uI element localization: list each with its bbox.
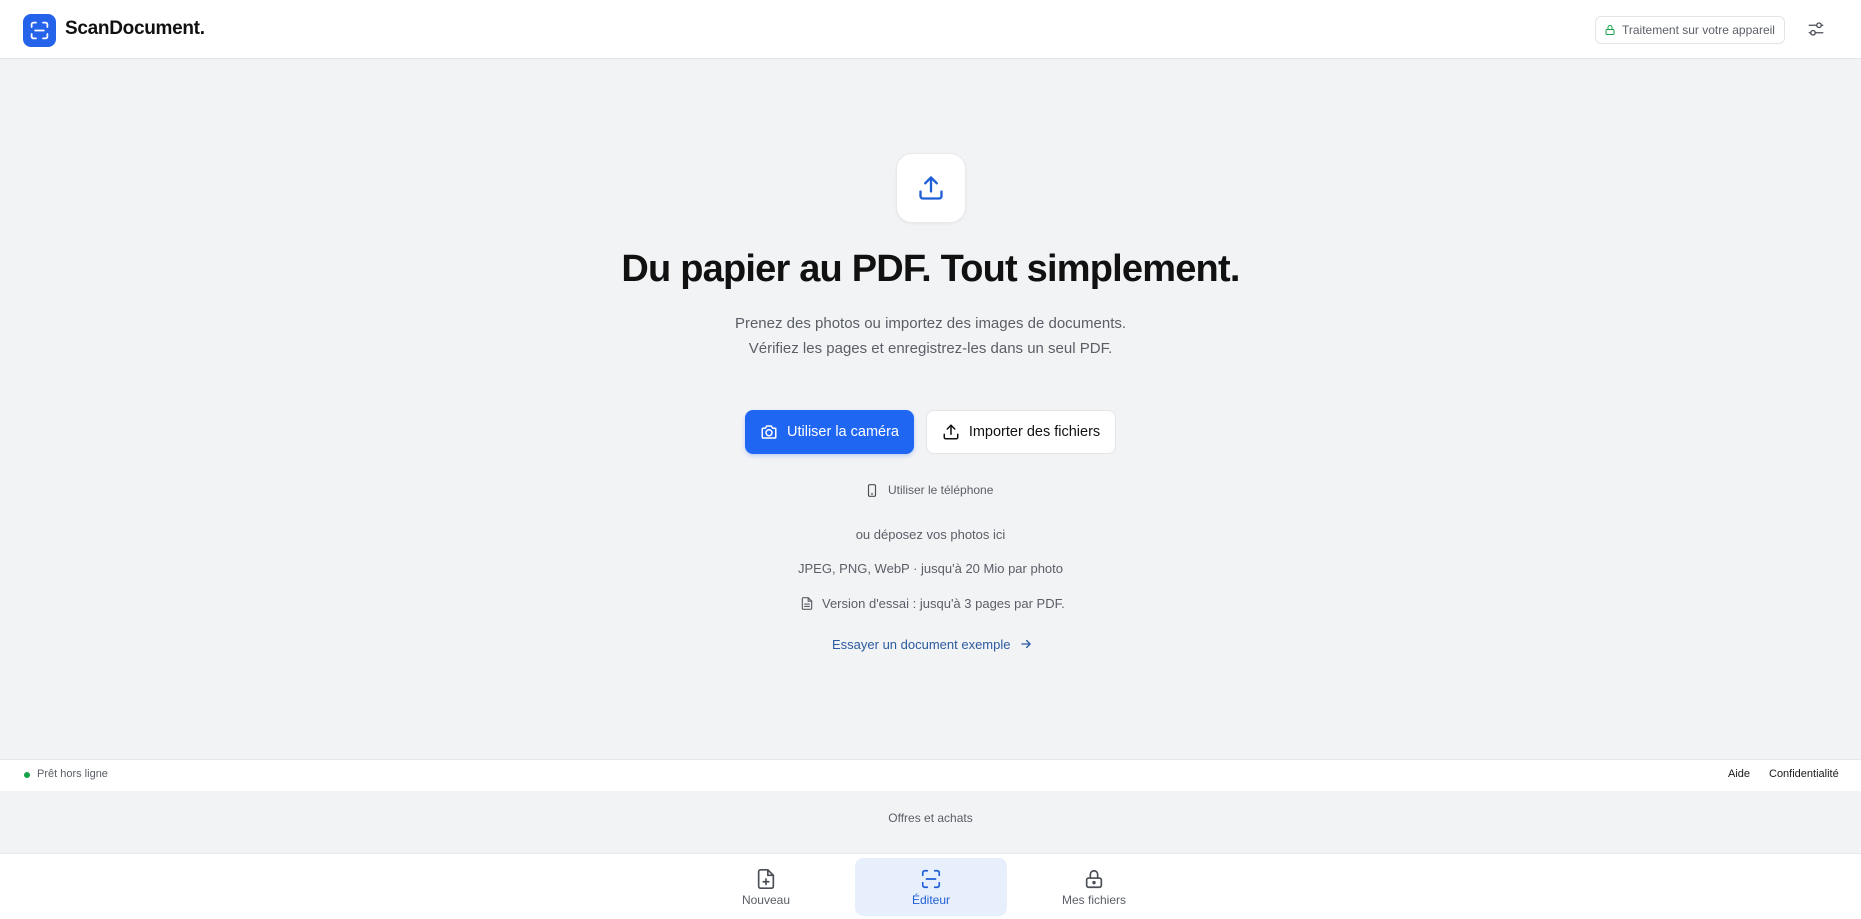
lock-icon [1605,25,1615,35]
nav-my-files[interactable]: Mes fichiers [1018,858,1170,916]
document-icon [801,596,813,610]
status-text: Prêt hors ligne [37,768,108,780]
app-header: ScanDocument. Traitement sur votre appar… [0,0,1861,59]
status-indicator [24,772,30,778]
import-files-button[interactable]: Importer des fichiers [926,410,1116,454]
brand-name[interactable]: ScanDocument. [65,18,205,40]
page-subtitle: Prenez des photos ou importez des images… [734,315,1127,357]
use-camera-button[interactable]: Utiliser la caméra [745,410,914,454]
import-files-label: Importer des fichiers [968,424,1101,440]
nav-my-files-label: Mes fichiers [1061,892,1126,907]
page-title: Du papier au PDF. Tout simplement. [621,248,1240,290]
help-link[interactable]: Aide [1728,768,1750,780]
app-logo[interactable] [23,14,56,47]
scan-icon [921,869,941,888]
smartphone-icon [867,483,877,497]
status-bar: Prêt hors ligne Aide Confidentialité [0,759,1861,791]
upload-icon [919,176,943,200]
upload-icon [943,424,959,440]
offers-link[interactable]: Offres et achats [0,811,1861,825]
nav-new[interactable]: Nouveau [690,858,842,916]
use-phone-link[interactable]: Utiliser le téléphone [865,480,993,500]
trial-note-label: Version d'essai : jusqu'à 3 pages par PD… [822,595,1065,611]
use-phone-label: Utiliser le téléphone [888,483,994,497]
supported-formats: JPEG, PNG, WebP · jusqu'à 20 Mio par pho… [797,561,1064,576]
drop-hint: ou déposez vos photos ici [855,527,1006,542]
nav-editor-label: Éditeur [911,892,951,907]
nav-new-label: Nouveau [741,892,791,907]
sliders-icon [1808,22,1824,36]
arrow-right-icon [1021,639,1032,649]
scan-icon [30,21,49,40]
device-badge-label: Traitement sur votre appareil [1622,23,1775,37]
use-camera-label: Utiliser la caméra [787,424,899,440]
nav-editor[interactable]: Éditeur [855,858,1007,916]
lock-icon [1085,869,1103,888]
try-sample-label: Essayer un document exemple [832,636,1011,652]
bottom-nav: Nouveau Éditeur Mes fichiers [0,853,1861,919]
settings-button[interactable] [1804,17,1828,41]
upload-card[interactable] [896,153,966,223]
file-plus-icon [757,868,775,889]
on-device-badge: Traitement sur votre appareil [1595,16,1785,44]
try-sample-link[interactable]: Essayer un document exemple [832,634,1033,654]
camera-icon [761,425,777,439]
trial-note: Version d'essai : jusqu'à 3 pages par PD… [800,593,1065,613]
privacy-link[interactable]: Confidentialité [1769,768,1839,780]
